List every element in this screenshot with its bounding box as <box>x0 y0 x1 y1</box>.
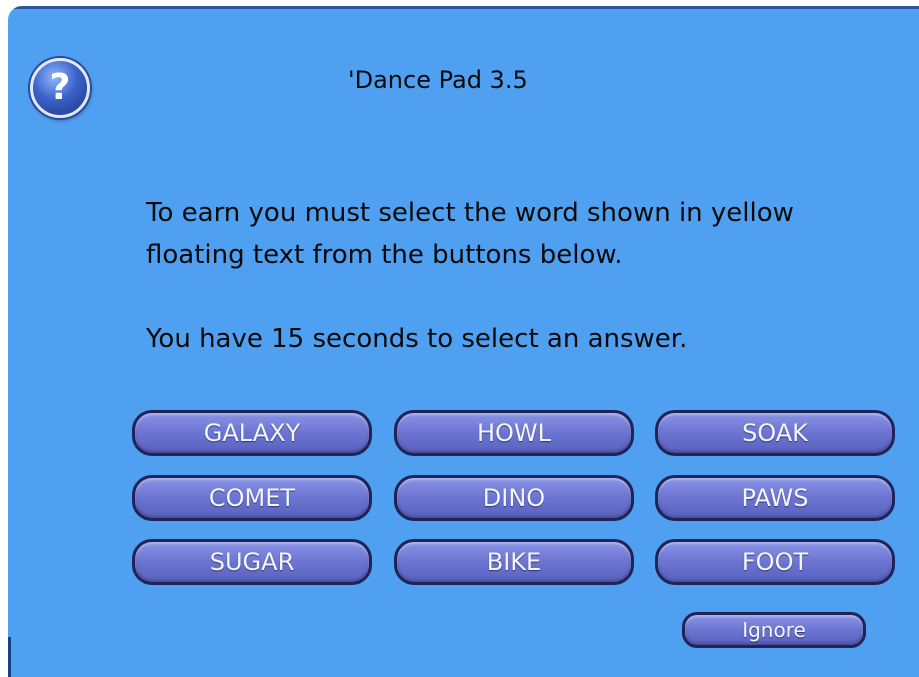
help-question-icon[interactable]: ? <box>30 58 90 118</box>
ignore-button[interactable]: Ignore <box>682 612 866 648</box>
answer-button-dino[interactable]: DINO <box>394 475 634 521</box>
dialog-window: ? 'Dance Pad 3.5 To earn you must select… <box>8 6 919 677</box>
answer-button-paws[interactable]: PAWS <box>655 475 895 521</box>
instruction-text: To earn you must select the word shown i… <box>146 198 794 270</box>
answer-button-bike[interactable]: BIKE <box>394 539 634 585</box>
answer-button-comet[interactable]: COMET <box>132 475 372 521</box>
answer-button-soak[interactable]: SOAK <box>655 410 895 456</box>
answer-button-foot[interactable]: FOOT <box>655 539 895 585</box>
dialog-message: To earn you must select the word shown i… <box>146 192 866 360</box>
answer-button-howl[interactable]: HOWL <box>394 410 634 456</box>
answer-button-sugar[interactable]: SUGAR <box>132 539 372 585</box>
dialog-title: 'Dance Pad 3.5 <box>348 66 528 94</box>
timer-text: You have 15 seconds to select an answer. <box>146 324 688 354</box>
answer-button-galaxy[interactable]: GALAXY <box>132 410 372 456</box>
